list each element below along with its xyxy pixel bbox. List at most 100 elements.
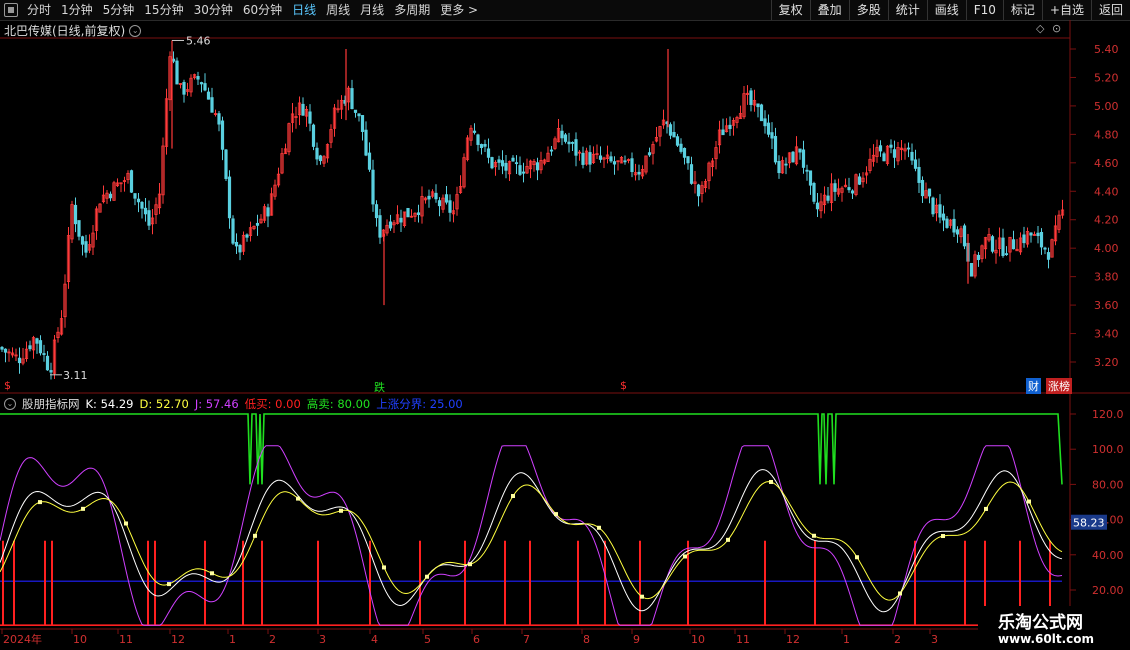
candle-body xyxy=(357,113,361,117)
candle-body xyxy=(728,124,732,129)
price-tick-label: 3.20 xyxy=(1094,356,1119,369)
k-value: K: 54.29 xyxy=(85,397,134,411)
candle-body xyxy=(1036,232,1040,237)
signal-dot xyxy=(296,496,300,501)
zhangbang-badge[interactable]: 涨榜 xyxy=(1046,378,1072,394)
candle-body xyxy=(3,348,8,353)
candle-body xyxy=(196,76,200,80)
candle-body xyxy=(1039,231,1044,248)
candle-body xyxy=(567,141,571,145)
candle-body xyxy=(182,81,186,95)
candle-body xyxy=(749,90,753,105)
xaxis-label: 5 xyxy=(424,633,431,646)
indicator-settings-icon[interactable]: ⌄ xyxy=(4,398,16,410)
candle-body xyxy=(238,244,242,253)
finance-badge[interactable]: 财 xyxy=(1026,378,1041,394)
indicator-name[interactable]: 股朋指标网 xyxy=(22,396,80,412)
candle-body xyxy=(910,151,914,161)
candle-body xyxy=(45,355,50,371)
candle-body xyxy=(318,155,323,162)
candle-body xyxy=(437,200,442,207)
signal-dot xyxy=(38,500,42,505)
stock-chart[interactable]: 5.40 5.20 5.00 4.80 4.60 4.40 4.20 4.00 3.80 3.60… xyxy=(0,0,1130,650)
low-price-label: 3.11 xyxy=(63,369,88,382)
candle-body xyxy=(444,194,449,203)
candle-body xyxy=(231,218,235,244)
dropdown-circle-icon[interactable]: ⌄ xyxy=(129,24,142,37)
candle-body xyxy=(833,183,837,192)
candle-body xyxy=(360,115,365,132)
signal-dot xyxy=(382,565,386,570)
signal-dot xyxy=(769,479,773,484)
indicator-legend: ⌄ 股朋指标网 K: 54.29 D: 52.70 J: 57.46 低买: 0… xyxy=(4,396,463,412)
xaxis-label: 4 xyxy=(371,633,378,646)
candle-body xyxy=(245,234,249,238)
price-tick-label: 4.40 xyxy=(1094,185,1119,198)
watermark-url: www.60lt.com xyxy=(998,632,1095,646)
candle-body xyxy=(756,103,760,108)
candle-body xyxy=(906,147,911,150)
xaxis-label: 11 xyxy=(736,633,750,646)
candle-body xyxy=(406,207,410,218)
rise-bound-value: 上涨分界: 25.00 xyxy=(376,397,463,411)
candle-body xyxy=(416,212,421,216)
signal-dot xyxy=(726,537,730,542)
diamond-icon[interactable]: ◇ xyxy=(1036,22,1044,35)
candle-body xyxy=(308,111,312,124)
signal-dot xyxy=(339,508,343,513)
candle-body xyxy=(399,217,403,223)
candle-body xyxy=(609,156,613,162)
candle-body xyxy=(476,134,480,145)
candle-body xyxy=(84,241,88,253)
xaxis-label: 11 xyxy=(119,633,133,646)
xaxis-label: 2024年 xyxy=(3,632,42,646)
candle-body xyxy=(35,338,39,344)
xaxis-label: 12 xyxy=(171,633,185,646)
candle-body xyxy=(17,357,22,364)
candle-body xyxy=(847,187,851,191)
signal-dot xyxy=(898,591,902,596)
candle-body xyxy=(791,151,795,163)
candle-body xyxy=(73,204,78,225)
candle-body xyxy=(175,60,179,85)
candle-body xyxy=(388,221,393,229)
candle-body xyxy=(696,184,701,197)
candle-body xyxy=(497,159,501,163)
candle-body xyxy=(38,340,43,354)
candle-body xyxy=(171,58,176,62)
signal-dollar-1: $ xyxy=(4,379,11,392)
candle-body xyxy=(217,113,221,125)
candle-body xyxy=(773,135,778,163)
xaxis-label: 8 xyxy=(583,633,590,646)
signal-dot xyxy=(984,506,988,511)
candle-body xyxy=(581,152,585,165)
candle-body xyxy=(472,130,477,133)
candle-body xyxy=(549,149,554,152)
candle-body xyxy=(80,236,85,245)
xaxis-label: 10 xyxy=(73,633,87,646)
candle-body xyxy=(1043,247,1047,250)
price-tick-label: 4.60 xyxy=(1094,157,1119,170)
candle-body xyxy=(77,220,81,237)
high-sell-line xyxy=(0,413,1063,485)
candle-body xyxy=(941,213,946,221)
candle-body xyxy=(759,104,764,122)
candle-body xyxy=(353,109,358,113)
candle-body xyxy=(560,130,564,139)
price-tick-label: 5.20 xyxy=(1094,71,1119,84)
candle-body xyxy=(647,152,652,156)
candle-body xyxy=(672,132,676,138)
candle-body xyxy=(42,353,46,355)
candle-body xyxy=(784,163,788,166)
candle-body xyxy=(801,149,806,168)
settings-circle-icon[interactable]: ⊙ xyxy=(1052,22,1061,35)
ind-tick-label: 80.00 xyxy=(1092,478,1124,491)
candle-body xyxy=(203,83,207,91)
candle-body xyxy=(938,204,942,218)
candle-body xyxy=(850,190,855,194)
candle-body xyxy=(976,254,981,261)
candle-body xyxy=(857,176,862,185)
candle-body xyxy=(682,147,687,158)
candle-body xyxy=(364,129,368,156)
candle-body xyxy=(140,202,144,209)
